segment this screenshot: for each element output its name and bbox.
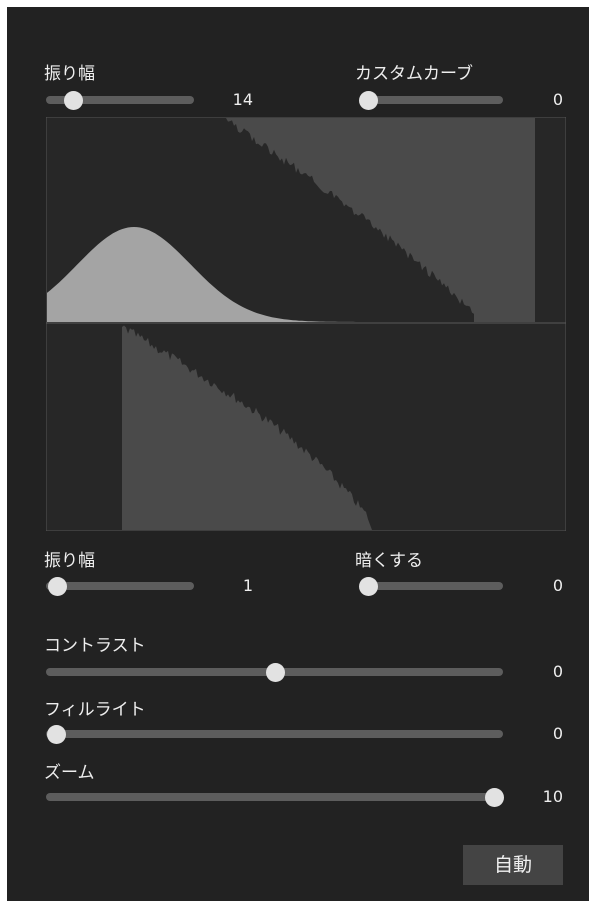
contrast-label: コントラスト [44,636,146,656]
fill-light-slider-thumb[interactable] [46,725,66,744]
fill-light-value: 0 [552,724,563,743]
custom-curve-value: 0 [552,90,563,109]
zoom-label: ズーム [44,763,95,783]
auto-button[interactable]: 自動 [463,845,563,885]
zoom-value: 10 [542,787,563,806]
contrast-slider-thumb[interactable] [265,663,285,682]
custom-curve-slider-thumb[interactable] [358,91,378,110]
bottom-amplitude-label: 振り幅 [44,551,95,571]
bottom-amplitude-slider-thumb[interactable] [47,577,67,596]
darken-label: 暗くする [355,551,423,571]
darken-slider-track[interactable] [361,582,503,590]
histogram-graph [46,117,566,531]
zoom-slider-thumb[interactable] [484,788,504,807]
top-amplitude-label: 振り幅 [44,64,95,84]
fill-light-label: フィルライト [44,700,146,720]
adjustment-panel: 振り幅 14 カスタムカーブ 0 振り幅 1 暗くする 0 コントラスト 0 フ… [7,7,589,901]
top-amplitude-value: 14 [232,90,253,109]
darken-slider-thumb[interactable] [358,577,378,596]
zoom-slider-track[interactable] [46,793,503,801]
contrast-value: 0 [552,662,563,681]
bottom-amplitude-slider-track[interactable] [46,582,194,590]
bottom-amplitude-value: 1 [242,576,253,595]
top-amplitude-slider-thumb[interactable] [64,91,84,110]
fill-light-slider-track[interactable] [46,730,503,738]
darken-value: 0 [552,576,563,595]
custom-curve-slider-track[interactable] [361,96,503,104]
custom-curve-label: カスタムカーブ [355,64,473,84]
